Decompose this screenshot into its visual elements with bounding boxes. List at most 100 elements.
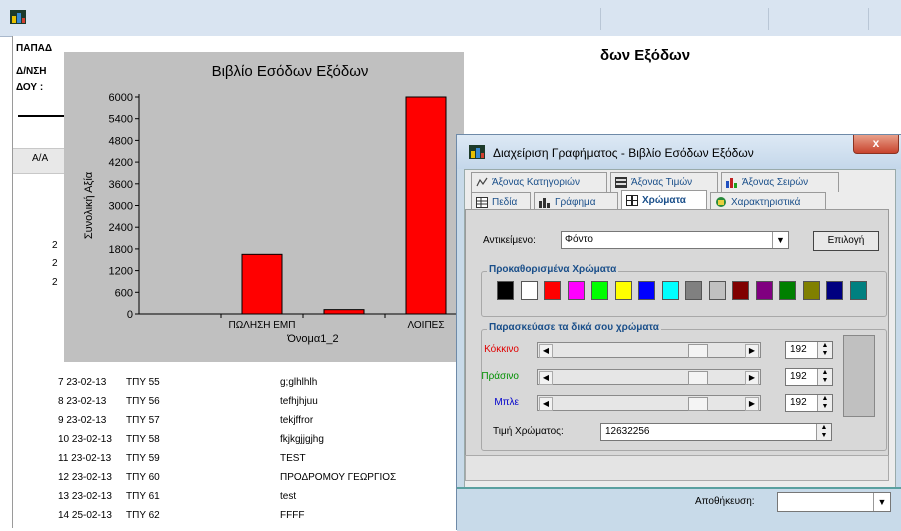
row-number-date: 9 23-02-13 <box>58 415 107 426</box>
red-value: 192 <box>790 344 807 355</box>
y-tick-label: 2400 <box>109 222 133 234</box>
row-number-date: 13 23-02-13 <box>58 491 112 502</box>
row-description: fkjkgjjgjhg <box>280 434 324 445</box>
row-code: ΤΠΥ 56 <box>126 396 160 407</box>
color-value-field[interactable]: 12632256 ▲ ▼ <box>600 423 832 441</box>
slider-thumb[interactable] <box>688 344 708 358</box>
chevron-right-icon[interactable]: ▶ <box>745 344 759 358</box>
row-description: test <box>280 491 297 502</box>
tab-series-axis[interactable]: Άξονας Σειρών <box>721 172 839 192</box>
color-swatch[interactable] <box>661 281 679 300</box>
series-axis-icon <box>726 178 737 188</box>
chart-icon <box>539 198 550 208</box>
chevron-left-icon[interactable]: ◀ <box>539 397 553 411</box>
spinner-arrows-icon[interactable]: ▲ ▼ <box>817 395 832 411</box>
green-slider[interactable]: ◀ ▶ <box>537 369 761 385</box>
y-tick-label: 0 <box>127 309 133 321</box>
color-swatch[interactable] <box>826 281 843 300</box>
predefined-colors-legend: Προκαθορισμένα Χρώματα <box>487 264 619 275</box>
chevron-left-icon[interactable]: ◀ <box>539 344 553 358</box>
row-number-date: 12 23-02-13 <box>58 472 112 483</box>
color-value-label: Τιμή Χρώματος: <box>493 426 564 437</box>
column-aa: Α/Α <box>32 153 49 164</box>
custom-colors-legend: Παρασκεύασε τα δικά σου χρώματα <box>487 322 661 333</box>
row-code: ΤΠΥ 62 <box>126 510 160 521</box>
color-swatch[interactable] <box>685 281 702 300</box>
row-description: tefhjhjuu <box>280 396 318 407</box>
row-number-date: 7 23-02-13 <box>58 377 107 388</box>
spinner-arrows-icon[interactable]: ▲ ▼ <box>817 369 832 385</box>
row-description: tekjffror <box>280 415 314 426</box>
y-tick-label: 3600 <box>109 179 133 191</box>
color-swatch[interactable] <box>708 281 726 300</box>
chevron-right-icon[interactable]: ▶ <box>745 397 759 411</box>
color-swatch[interactable] <box>732 281 749 300</box>
row-code: ΤΠΥ 61 <box>126 491 160 502</box>
app-icon <box>469 145 485 159</box>
color-swatch[interactable] <box>802 281 820 300</box>
chart-panel[interactable]: Βιβλίο Εσόδων Εξόδων 0 600 1200 1800 2400 3000… <box>64 52 464 362</box>
red-slider[interactable]: ◀ ▶ <box>537 342 761 358</box>
object-select[interactable]: Φόντο ▼ <box>561 231 789 249</box>
color-swatch[interactable] <box>849 281 867 300</box>
tab-value-axis[interactable]: Άξονας Τιμών <box>610 172 718 192</box>
colors-icon <box>626 195 638 206</box>
y-tick-label: 4200 <box>109 157 133 169</box>
chevron-left-icon[interactable]: ◀ <box>539 371 553 385</box>
value-axis-icon <box>615 177 627 188</box>
slider-thumb[interactable] <box>688 371 708 385</box>
row-number-date: 10 23-02-13 <box>58 434 112 445</box>
blue-slider[interactable]: ◀ ▶ <box>537 395 761 411</box>
color-swatch[interactable] <box>779 281 796 300</box>
slider-thumb[interactable] <box>688 397 708 411</box>
close-button[interactable]: x <box>853 135 899 154</box>
toolbar-separator <box>768 8 769 30</box>
tab-label: Άξονας Τιμών <box>631 177 693 188</box>
red-value-spinner[interactable]: 192 ▲ ▼ <box>785 341 833 359</box>
tab-label: Χρώματα <box>642 195 686 206</box>
bar-chart: Βιβλίο Εσόδων Εξόδων 0 600 1200 1800 2400 3000… <box>83 63 464 345</box>
color-swatch[interactable] <box>614 281 632 300</box>
report-header-address: Δ/ΝΣΗ <box>16 66 47 77</box>
x-tick-label: ΠΩΛΗΣΗ ΕΜΠ <box>228 320 295 331</box>
bar <box>323 309 365 315</box>
chevron-down-icon[interactable]: ▼ <box>772 232 788 248</box>
green-label: Πράσινο <box>481 371 519 382</box>
toolbar-separator <box>868 8 869 30</box>
tab-label: Χαρακτηριστικά <box>731 197 801 208</box>
tab-label: Πεδία <box>492 197 518 208</box>
tab-category-axis[interactable]: Άξονας Κατηγοριών <box>471 172 607 192</box>
green-value-spinner[interactable]: 192 ▲ ▼ <box>785 368 833 386</box>
row-number: 2 <box>52 240 58 251</box>
choose-button[interactable]: Επιλογή <box>813 231 879 251</box>
y-tick-label: 5400 <box>109 114 133 126</box>
color-swatch[interactable] <box>567 281 585 300</box>
color-swatch[interactable] <box>520 281 538 300</box>
blue-value-spinner[interactable]: 192 ▲ ▼ <box>785 394 833 412</box>
bar <box>405 96 447 315</box>
row-description: TEST <box>280 453 306 464</box>
bar <box>241 253 283 315</box>
spinner-arrows-icon[interactable]: ▲ ▼ <box>817 342 832 358</box>
row-number-date: 8 23-02-13 <box>58 396 107 407</box>
color-swatch[interactable] <box>497 281 514 300</box>
chevron-right-icon[interactable]: ▶ <box>745 371 759 385</box>
row-number-date: 11 23-02-13 <box>58 453 112 464</box>
x-axis-label: Όνομα1_2 <box>286 333 338 345</box>
save-label: Αποθήκευση: <box>695 496 755 507</box>
tab-label: Άξονας Σειρών <box>742 177 809 188</box>
fields-icon <box>476 197 488 208</box>
save-select[interactable]: ▼ <box>777 492 891 512</box>
y-tick-label: 3000 <box>109 201 133 213</box>
green-value: 192 <box>790 371 807 382</box>
tab-label: Άξονας Κατηγοριών <box>492 177 580 188</box>
spinner-arrows-icon[interactable]: ▲ ▼ <box>816 424 831 440</box>
color-swatch[interactable] <box>591 281 608 300</box>
color-swatch[interactable] <box>544 281 561 300</box>
color-swatch[interactable] <box>755 281 773 300</box>
row-code: ΤΠΥ 58 <box>126 434 160 445</box>
object-select-value: Φόντο <box>565 234 593 245</box>
color-value: 12632256 <box>605 426 650 437</box>
color-swatch[interactable] <box>638 281 655 300</box>
chevron-down-icon[interactable]: ▼ <box>873 493 890 511</box>
